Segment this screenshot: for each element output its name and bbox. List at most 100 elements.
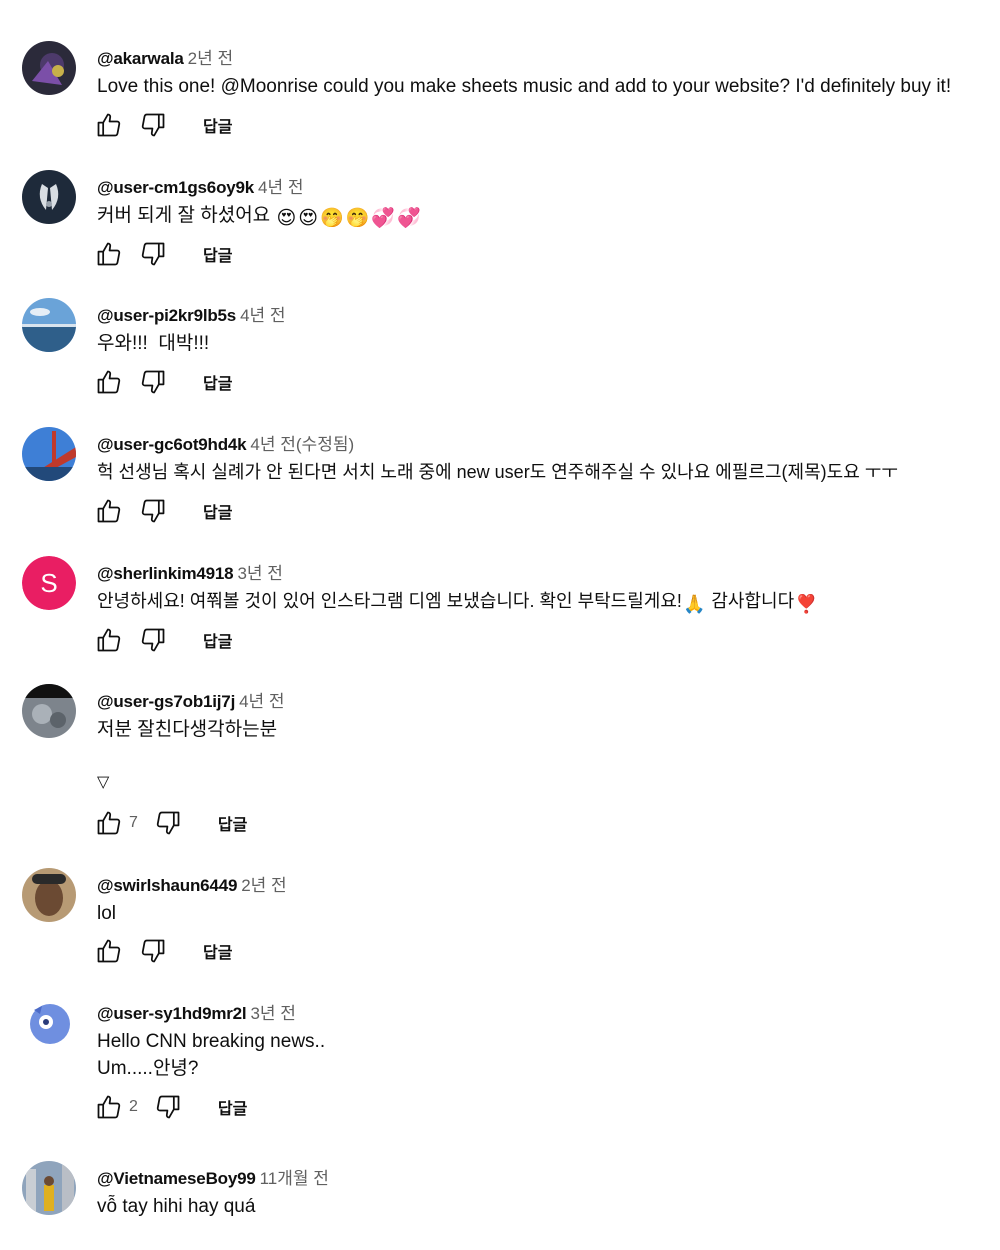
dislike-button[interactable] [154, 809, 182, 837]
reply-button[interactable]: 답글 [203, 242, 232, 266]
thumbs-down-icon [139, 111, 167, 139]
emoji: 💞 [397, 208, 421, 229]
avatar[interactable]: S [22, 556, 76, 610]
timestamp[interactable]: 2년 전 [188, 49, 233, 68]
comment-actions: 답글 [95, 239, 232, 269]
dislike-button[interactable] [139, 111, 167, 139]
comment-actions: 7 답글 [95, 808, 247, 838]
author-name[interactable]: @user-gs7ob1ij7j [97, 692, 235, 711]
like-button[interactable] [95, 626, 123, 654]
author-name[interactable]: @user-gc6ot9hd4k [97, 435, 247, 454]
avatar[interactable] [22, 427, 76, 481]
avatar[interactable] [22, 170, 76, 224]
thumbs-up-icon [95, 937, 123, 965]
like-button[interactable] [95, 1093, 123, 1121]
expand-toggle[interactable]: ▽ [97, 772, 109, 792]
like-count: 7 [129, 814, 138, 831]
reply-button[interactable]: 답글 [203, 939, 232, 963]
like-button[interactable] [95, 937, 123, 965]
comment-header: @user-sy1hd9mr2l 3년 전 [97, 999, 296, 1024]
timestamp[interactable]: 4년 전 [239, 692, 284, 711]
thumbs-down-icon [139, 937, 167, 965]
timestamp[interactable]: 3년 전 [250, 1004, 295, 1023]
timestamp[interactable]: 2년 전 [241, 876, 286, 895]
comment-text: 헉 선생님 혹시 실례가 안 된다면 서치 노래 중에 new user도 연주… [97, 462, 898, 482]
avatar[interactable] [22, 684, 76, 738]
author-name[interactable]: @VietnameseBoy99 [97, 1169, 256, 1188]
comment-header: @akarwala 2년 전 [97, 44, 233, 69]
dislike-button[interactable] [139, 368, 167, 396]
like-button[interactable] [95, 809, 123, 837]
reply-button[interactable]: 답글 [218, 811, 247, 835]
reply-button[interactable]: 답글 [203, 499, 232, 523]
comment-header: @user-pi2kr9lb5s 4년 전 [97, 301, 286, 326]
author-name[interactable]: @sherlinkim4918 [97, 564, 234, 583]
like-count: 2 [129, 1098, 138, 1115]
comment-text: 우와!!! 대박!!! [97, 333, 210, 354]
thumbs-up-icon [95, 240, 123, 268]
comment-header: @user-cm1gs6oy9k 4년 전 [97, 173, 303, 198]
emoji: 😍 [298, 208, 319, 229]
dislike-button[interactable] [139, 626, 167, 654]
emoji: 💞 [371, 208, 396, 229]
comment-text-part: 감사합니다 [711, 591, 795, 611]
dislike-button[interactable] [139, 937, 167, 965]
thumbs-up-icon [95, 1093, 123, 1121]
author-name[interactable]: @user-sy1hd9mr2l [97, 1004, 247, 1023]
comment-actions: 답글 [95, 936, 232, 966]
reply-button[interactable]: 답글 [203, 370, 232, 394]
avatar[interactable] [22, 298, 76, 352]
thumbs-down-icon [154, 809, 182, 837]
comment-text-body: 커버 되게 잘 하셨어요 [97, 205, 271, 226]
thumbs-down-icon [154, 1093, 182, 1121]
avatar[interactable] [22, 1161, 76, 1215]
comment-header: @user-gs7ob1ij7j 4년 전 [97, 687, 285, 712]
avatar[interactable] [22, 41, 76, 95]
comment-actions: 답글 [95, 110, 232, 140]
timestamp[interactable]: 4년 전 [240, 306, 285, 325]
comment-text: lol [97, 903, 117, 924]
thumbs-down-icon [139, 497, 167, 525]
thumbs-down-icon [139, 626, 167, 654]
thumbs-up-icon [95, 368, 123, 396]
comment-actions: 답글 [95, 625, 232, 655]
comment-text: vỗ tay hihi hay quá [97, 1196, 256, 1217]
reply-button[interactable]: 답글 [218, 1095, 247, 1119]
comment-text: 안녕하세요! 여쭤볼 것이 있어 인스타그램 디엠 보냈습니다. 확인 부탁드릴… [97, 588, 819, 618]
thumbs-up-icon [95, 497, 123, 525]
emoji: 🤭 [320, 208, 344, 229]
reply-button[interactable]: 답글 [203, 628, 232, 652]
comment-header: @swirlshaun6449 2년 전 [97, 871, 287, 896]
thumbs-up-icon [95, 809, 123, 837]
timestamp[interactable]: 4년 전 [258, 178, 303, 197]
like-button[interactable] [95, 497, 123, 525]
author-name[interactable]: @akarwala [97, 49, 184, 68]
author-name[interactable]: @user-cm1gs6oy9k [97, 178, 254, 197]
dislike-button[interactable] [139, 240, 167, 268]
timestamp[interactable]: 4년 전 [250, 435, 295, 454]
comment-text: 커버 되게 잘 하셨어요 😍 😍 🤭 🤭 💞 💞 [97, 202, 422, 232]
comment-actions: 답글 [95, 367, 232, 397]
like-button[interactable] [95, 368, 123, 396]
thumbs-up-icon [95, 111, 123, 139]
like-button[interactable] [95, 111, 123, 139]
comment-text: 저분 잘친다생각하는분 [97, 719, 278, 740]
reply-button[interactable]: 답글 [203, 113, 232, 137]
dislike-button[interactable] [154, 1093, 182, 1121]
avatar[interactable] [22, 996, 76, 1050]
comment-text-line2: Um.....안녕? [97, 1058, 199, 1079]
timestamp[interactable]: 11개월 전 [260, 1169, 329, 1188]
avatar[interactable] [22, 868, 76, 922]
emoji: 🙏 [682, 594, 706, 614]
thumbs-down-icon [139, 368, 167, 396]
author-name[interactable]: @swirlshaun6449 [97, 876, 237, 895]
like-button[interactable] [95, 240, 123, 268]
comment-text: Love this one! @Moonrise could you make … [97, 76, 952, 97]
author-name[interactable]: @user-pi2kr9lb5s [97, 306, 236, 325]
avatar-letter: S [40, 568, 57, 598]
comment-text: Hello CNN breaking news.. [97, 1031, 326, 1052]
timestamp[interactable]: 3년 전 [237, 564, 282, 583]
comment-actions: 답글 [95, 496, 232, 526]
dislike-button[interactable] [139, 497, 167, 525]
thumbs-down-icon [139, 240, 167, 268]
